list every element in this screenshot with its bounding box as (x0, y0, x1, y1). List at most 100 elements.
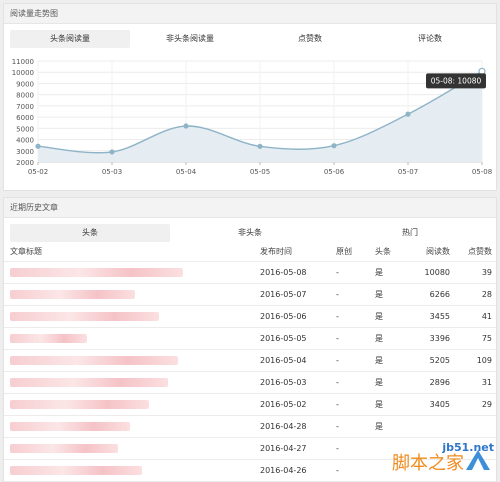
x-tick-label: 05-04 (176, 168, 197, 176)
redacted-title-bar (10, 378, 168, 387)
headline-flag: 是 (375, 400, 383, 409)
col-original: 原创 (336, 247, 352, 256)
watermark-name: 脚本之家 (392, 453, 464, 475)
reads-trend-chart: 2000 3000 4000 5000 6000 7000 8000 9000 10000 110… (12, 58, 492, 176)
redacted-title-bar (10, 444, 118, 453)
trend-tabs: 头条阅读量 非头条阅读量 点赞数 评论数 (10, 30, 490, 48)
table-row[interactable]: 2016-05-08 - 是 10080 39 (4, 262, 496, 284)
x-tick-label: 05-08 (472, 168, 492, 176)
tab-non-headline-reads[interactable]: 非头条阅读量 (130, 30, 250, 48)
like-count: 41 (481, 312, 492, 321)
redacted-title-bar (10, 290, 135, 299)
x-tick-label: 05-05 (250, 168, 270, 176)
like-count: 31 (481, 378, 492, 387)
original-flag: - (336, 290, 339, 299)
publish-date: 2016-04-27 (260, 444, 307, 453)
table-row[interactable]: 2016-05-03 - 是 2896 31 (4, 372, 496, 394)
read-count: 6266 (429, 290, 450, 299)
original-flag: - (336, 466, 339, 475)
table-row[interactable]: 2016-05-04 - 是 5205 109 (4, 350, 496, 372)
original-flag: - (336, 334, 339, 343)
like-count: 29 (481, 400, 492, 409)
publish-date: 2016-05-04 (260, 356, 307, 365)
x-tick-label: 05-07 (398, 168, 418, 176)
headline-flag: 是 (375, 422, 383, 431)
publish-date: 2016-05-06 (260, 312, 307, 321)
headline-flag: 是 (375, 356, 383, 365)
tab-comments[interactable]: 评论数 (370, 30, 490, 48)
original-flag: - (336, 312, 339, 321)
data-point (405, 111, 411, 117)
publish-date: 2016-05-08 (260, 268, 307, 277)
data-point (331, 143, 337, 149)
read-count: 3405 (429, 400, 450, 409)
redacted-title-bar (10, 312, 159, 321)
tab-non-headline[interactable]: 非头条 (170, 224, 330, 242)
redacted-title-bar (10, 466, 142, 475)
read-count: 10080 (424, 268, 450, 277)
col-headline: 头条 (375, 247, 391, 256)
col-reads[interactable]: 阅读数 (426, 242, 450, 261)
publish-date: 2016-05-05 (260, 334, 307, 343)
table-row[interactable]: 2016-05-07 - 是 6266 28 (4, 284, 496, 306)
read-count: 5205 (429, 356, 450, 365)
col-likes[interactable]: 点赞数 (468, 242, 492, 261)
y-tick-label: 6000 (16, 114, 34, 122)
publish-date: 2016-05-02 (260, 400, 307, 409)
y-tick-label: 4000 (16, 137, 34, 145)
watermark-logo-icon (466, 450, 490, 470)
article-title[interactable] (10, 306, 250, 327)
original-flag: - (336, 378, 339, 387)
table-row[interactable]: 2016-05-02 - 是 3405 29 (4, 394, 496, 416)
history-tabs: 头条 非头条 热门 (10, 224, 490, 242)
like-count: 28 (481, 290, 492, 299)
table-row[interactable]: 2016-05-06 - 是 3455 41 (4, 306, 496, 328)
article-title[interactable] (10, 394, 250, 415)
publish-date: 2016-05-03 (260, 378, 307, 387)
publish-date: 2016-04-26 (260, 466, 307, 475)
history-panel: 近期历史文章 头条 非头条 热门 文章标题 发布时间 原创 头条 阅读数 点赞数… (3, 197, 497, 482)
redacted-title-bar (10, 268, 183, 277)
read-count: 3455 (429, 312, 450, 321)
col-date[interactable]: 发布时间 (260, 242, 292, 261)
article-title[interactable] (10, 460, 250, 481)
x-tick-label: 05-06 (324, 168, 345, 176)
y-tick-label: 5000 (16, 125, 34, 133)
article-title[interactable] (10, 284, 250, 305)
tab-headline[interactable]: 头条 (10, 224, 170, 242)
redacted-title-bar (10, 400, 149, 409)
article-title[interactable] (10, 438, 250, 459)
y-tick-label: 11000 (12, 58, 34, 66)
read-count: 3396 (429, 334, 450, 343)
original-flag: - (336, 268, 339, 277)
site-watermark: jb51.net 脚本之家 (392, 442, 494, 474)
read-count: 2896 (429, 378, 450, 387)
tab-popular[interactable]: 热门 (330, 224, 490, 242)
trend-title: 阅读量走势图 (4, 4, 496, 24)
trend-panel: 阅读量走势图 头条阅读量 非头条阅读量 点赞数 评论数 2000 3000 4000… (3, 3, 497, 191)
redacted-title-bar (10, 334, 87, 343)
y-tick-label: 2000 (16, 159, 34, 167)
data-point (35, 143, 41, 149)
tab-headline-reads[interactable]: 头条阅读量 (10, 30, 130, 48)
table-row[interactable]: 2016-05-05 - 是 3396 75 (4, 328, 496, 350)
y-tick-label: 8000 (16, 92, 34, 100)
original-flag: - (336, 400, 339, 409)
table-row[interactable]: 2016-04-28 - 是 (4, 416, 496, 438)
article-title[interactable] (10, 328, 250, 349)
tab-likes[interactable]: 点赞数 (250, 30, 370, 48)
y-tick-label: 7000 (16, 103, 34, 111)
article-title[interactable] (10, 350, 250, 371)
y-tick-label: 10000 (12, 69, 34, 77)
publish-date: 2016-04-28 (260, 422, 307, 431)
like-count: 75 (481, 334, 492, 343)
article-title[interactable] (10, 262, 250, 283)
like-count: 109 (476, 356, 492, 365)
article-title[interactable] (10, 372, 250, 393)
col-title: 文章标题 (10, 247, 42, 256)
tooltip-text: 05-08: 10080 (431, 76, 482, 85)
x-tick-label: 05-02 (28, 168, 48, 176)
original-flag: - (336, 356, 339, 365)
headline-flag: 是 (375, 312, 383, 321)
article-title[interactable] (10, 416, 250, 437)
